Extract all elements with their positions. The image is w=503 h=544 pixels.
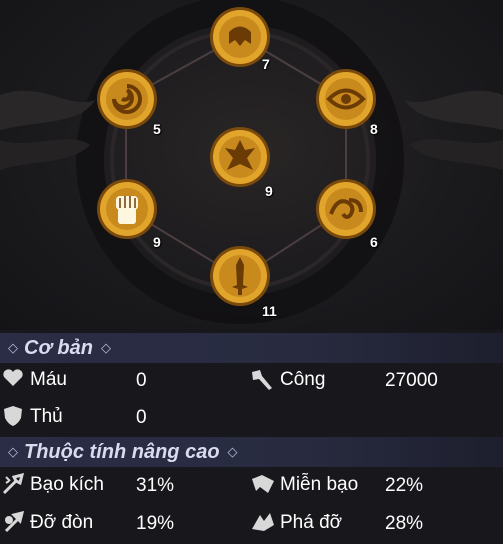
talent-level-center: 9: [265, 183, 273, 199]
talent-node-center[interactable]: [209, 126, 271, 188]
talent-level-upper-left: 5: [153, 121, 161, 137]
advanced-section-title: Thuộc tính nâng cao: [24, 440, 220, 463]
advanced-section-header: ◇ Thuộc tính nâng cao ◇: [0, 437, 503, 467]
talent-node-lower-right[interactable]: [315, 178, 377, 240]
sword-emblem-icon: [232, 257, 248, 295]
hp-value: 0: [136, 370, 147, 391]
defense-value: 0: [136, 407, 147, 428]
talent-level-lower-right: 6: [370, 234, 378, 250]
diamond-icon: ◇: [8, 444, 18, 459]
basic-section-header: ◇ Cơ bản ◇: [0, 333, 503, 363]
warrior-emblem-icon: [225, 140, 255, 170]
block-value: 19%: [136, 513, 175, 534]
block-icon: [4, 511, 25, 533]
shield-icon: [4, 406, 22, 426]
fist-emblem-icon: [116, 196, 138, 224]
defense-label: Thủ: [30, 406, 63, 427]
eye-emblem-icon: [326, 88, 366, 110]
talent-level-upper-right: 8: [370, 121, 378, 137]
basic-section-title: Cơ bản: [24, 336, 93, 359]
swirl-emblem-icon: [112, 84, 142, 114]
talent-node-bottom[interactable]: [209, 245, 271, 307]
talent-node-upper-left[interactable]: [96, 68, 158, 130]
block-break-value: 28%: [385, 513, 424, 534]
talent-wheel: 7 5 8 9 9 6 11: [0, 0, 503, 330]
hp-label: Máu: [30, 369, 67, 390]
crit-resist-icon: [252, 475, 274, 493]
heart-icon: [3, 369, 23, 386]
crit-value: 31%: [136, 475, 175, 496]
block-label: Đỡ đòn: [30, 512, 94, 533]
critical-strike-icon: [2, 473, 25, 495]
diamond-icon: ◇: [100, 340, 111, 355]
talent-level-top: 7: [262, 56, 270, 72]
talent-node-lower-left[interactable]: [96, 178, 158, 240]
attack-value: 27000: [385, 370, 438, 391]
crit-label: Bạo kích: [30, 474, 104, 495]
talent-level-bottom: 11: [262, 303, 277, 319]
talent-node-upper-right[interactable]: [315, 68, 377, 130]
block-break-icon: [252, 513, 274, 531]
block-break-label: Phá đỡ: [280, 512, 343, 533]
attack-label: Công: [280, 369, 326, 390]
crit-resist-label: Miễn bạo: [280, 474, 359, 495]
diamond-icon: ◇: [8, 340, 18, 355]
axe-icon: [252, 370, 272, 390]
wave-emblem-icon: [329, 198, 363, 219]
diamond-icon: ◇: [227, 444, 238, 459]
talent-level-lower-left: 9: [153, 234, 161, 250]
crit-resist-value: 22%: [385, 475, 424, 496]
